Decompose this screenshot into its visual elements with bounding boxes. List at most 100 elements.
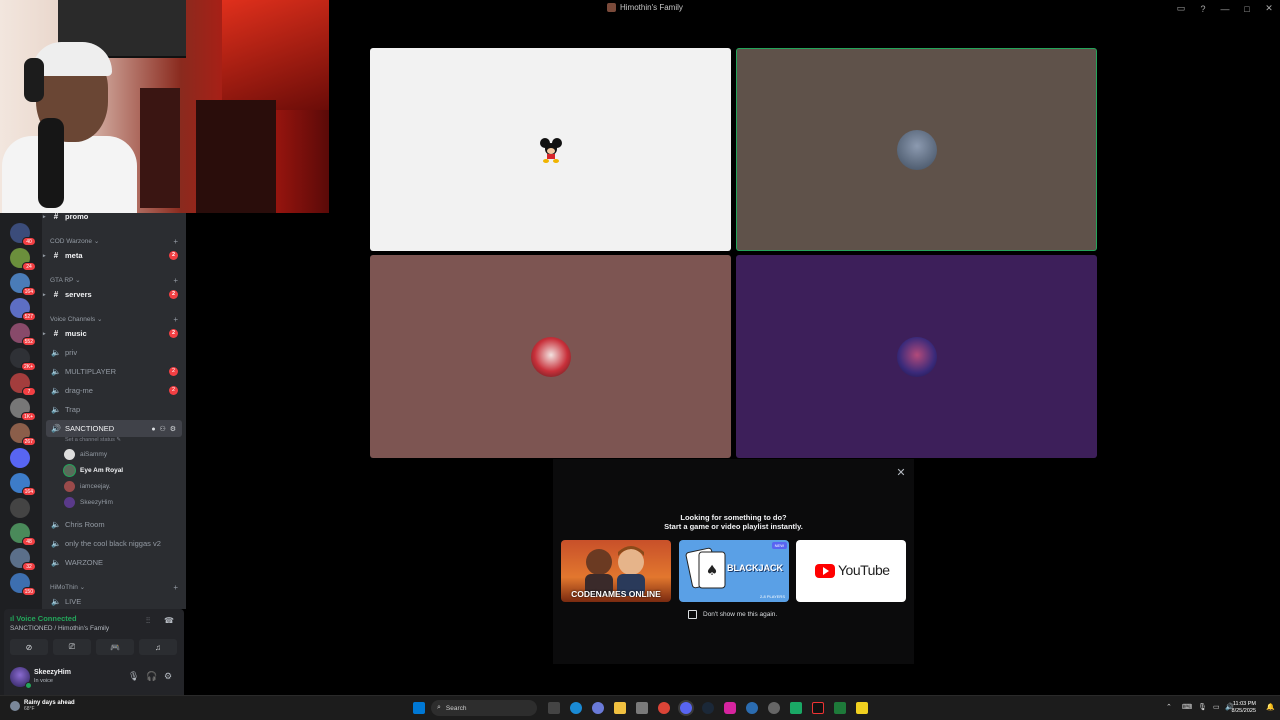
user-avatar xyxy=(64,481,75,492)
help-icon[interactable]: ? xyxy=(1192,0,1214,17)
notification-icon[interactable]: 🔔 xyxy=(1266,703,1275,711)
voice-user[interactable]: aiSammy xyxy=(64,447,107,462)
voice-channel-multiplayer[interactable]: 🔈 MULTIPLAYER 2 xyxy=(46,363,182,380)
server-icon[interactable] xyxy=(10,498,30,518)
participant-tile[interactable] xyxy=(370,48,731,251)
server-icon[interactable]: 32 xyxy=(10,548,36,571)
voice-user[interactable]: SkeezyHim xyxy=(64,495,113,510)
inbox-icon[interactable]: ▭ xyxy=(1170,0,1192,17)
server-icon[interactable]: 7 xyxy=(10,373,36,396)
voice-channel-warzone[interactable]: 🔈 WARZONE xyxy=(46,554,182,571)
close-popup-icon[interactable]: ✕ xyxy=(894,466,908,480)
soundboard-button[interactable]: ♫ xyxy=(139,639,177,655)
server-icon[interactable]: 24 xyxy=(10,248,36,271)
participant-tile[interactable] xyxy=(370,255,731,458)
display-icon[interactable]: ▭ xyxy=(1213,703,1220,711)
speaker-icon: 🔈 xyxy=(51,597,61,606)
instagram-icon[interactable] xyxy=(724,702,736,714)
server-icon[interactable]: 150 xyxy=(10,573,36,596)
file-explorer-icon[interactable] xyxy=(614,702,626,714)
settings-gear-icon[interactable]: ⚙ xyxy=(164,671,172,682)
activity-launcher-popup: ✕ Looking for something to do? Start a g… xyxy=(553,459,914,664)
channel-action-icons[interactable]: ● ⚇ ⚙ xyxy=(151,425,177,433)
channel-promo[interactable]: ▸ # promo xyxy=(43,213,182,225)
voice-user[interactable]: iamceejay. xyxy=(64,479,111,494)
server-icon[interactable]: 48 xyxy=(10,523,36,546)
screen-share-button[interactable]: ⎚ xyxy=(53,639,91,655)
chatgpt-icon[interactable] xyxy=(768,702,780,714)
copilot-icon[interactable] xyxy=(592,702,604,714)
add-channel-icon[interactable]: + xyxy=(173,315,178,324)
server-icon[interactable]: 40 xyxy=(10,223,36,246)
voice-channel-priv[interactable]: 🔈 priv xyxy=(46,344,182,361)
server-icon[interactable]: 164 xyxy=(10,273,36,296)
voice-user[interactable]: Eye Am Royal xyxy=(64,463,123,478)
tray-icon[interactable]: ⌨ xyxy=(1182,703,1192,711)
webcam-overlay xyxy=(0,0,329,213)
camera-off-button[interactable]: ⊘ xyxy=(10,639,48,655)
blackjack-activity-card[interactable]: ♠ NEW BLACKJACK 2-8 PLAYERS xyxy=(679,540,789,602)
minimize-icon[interactable]: — xyxy=(1214,0,1236,17)
tiktok-icon[interactable] xyxy=(812,702,824,714)
server-icon[interactable]: 527 xyxy=(10,298,36,321)
youtube-activity-card[interactable]: YouTube xyxy=(796,540,906,602)
disconnect-icon[interactable]: ☎ xyxy=(164,616,174,625)
battlenet-icon[interactable] xyxy=(746,702,758,714)
maximize-icon[interactable]: □ xyxy=(1236,0,1258,17)
channel-music[interactable]: ▸ # music 2 xyxy=(43,325,182,342)
app-icon[interactable] xyxy=(790,702,802,714)
voice-channel-live[interactable]: 🔈 LIVE xyxy=(46,593,182,609)
chevron-up-icon[interactable]: ⌃ xyxy=(1166,703,1172,711)
add-channel-icon[interactable]: + xyxy=(173,237,178,246)
store-icon[interactable] xyxy=(636,702,648,714)
voice-channel-chris-room[interactable]: 🔈 Chris Room xyxy=(46,516,182,533)
username[interactable]: SkeezyHim xyxy=(34,669,71,676)
taskbar-search[interactable]: ⌕ Search xyxy=(431,700,537,716)
dont-show-again-checkbox[interactable]: Don't show me this again. xyxy=(688,610,777,619)
noise-suppression-icon[interactable]: ⫶⫶ xyxy=(146,616,150,626)
category-himothin[interactable]: HiMoThin ⌄ + xyxy=(50,583,182,592)
task-view-icon[interactable] xyxy=(548,702,560,714)
headphones-icon[interactable]: 🎧 xyxy=(146,671,157,682)
channel-servers[interactable]: ▸ # servers 2 xyxy=(43,286,182,303)
server-icon[interactable]: 164 xyxy=(10,473,36,496)
weather-widget[interactable]: Rainy days ahead 68°F xyxy=(10,700,75,712)
server-icon[interactable] xyxy=(10,448,30,468)
voice-channel-cool[interactable]: 🔈 only the cool black niggas v2 xyxy=(46,535,182,552)
system-clock[interactable]: 11:03 PM 8/25/2025 xyxy=(1232,701,1256,715)
server-icon[interactable]: 1K+ xyxy=(10,398,36,421)
voice-channel-sanctioned[interactable]: 🔊 SANCTIONED ● ⚇ ⚙ xyxy=(46,420,182,437)
sticky-notes-icon[interactable] xyxy=(856,702,868,714)
channel-status-prompt[interactable]: Set a channel status ✎ xyxy=(65,437,121,443)
codenames-activity-card[interactable]: CODENAMES ONLINE xyxy=(561,540,671,602)
voice-location[interactable]: SANCTIONED / Himothin's Family xyxy=(10,625,109,632)
notification-badge: 24 xyxy=(22,262,36,271)
server-icon[interactable]: 267 xyxy=(10,423,36,446)
voice-channel-trap[interactable]: 🔈 Trap xyxy=(46,401,182,418)
speaker-icon: 🔈 xyxy=(51,386,61,395)
add-channel-icon[interactable]: + xyxy=(173,276,178,285)
add-channel-icon[interactable]: + xyxy=(173,583,178,592)
chrome-icon[interactable] xyxy=(658,702,670,714)
channel-meta[interactable]: ▸ # meta 2 xyxy=(43,247,182,264)
voice-channel-drag-me[interactable]: 🔈 drag-me 2 xyxy=(46,382,182,399)
close-icon[interactable]: ✕ xyxy=(1258,0,1280,17)
excel-icon[interactable] xyxy=(834,702,846,714)
start-menu-icon[interactable] xyxy=(413,702,425,714)
category-cod-warzone[interactable]: COD Warzone ⌄ + xyxy=(50,237,182,246)
category-gta-rp[interactable]: GTA RP ⌄ + xyxy=(50,276,182,285)
steam-icon[interactable] xyxy=(702,702,714,714)
category-voice-channels[interactable]: Voice Channels ⌄ + xyxy=(50,315,182,324)
discord-icon[interactable] xyxy=(680,702,692,714)
server-icon[interactable]: 552 xyxy=(10,323,36,346)
checkbox[interactable] xyxy=(688,610,697,619)
server-icon[interactable]: 2K+ xyxy=(10,348,36,371)
microphone-icon[interactable]: 🎙 xyxy=(128,671,139,682)
participant-tile[interactable] xyxy=(736,255,1097,458)
edge-icon[interactable] xyxy=(570,702,582,714)
participant-tile-speaking[interactable] xyxy=(736,48,1097,251)
mic-tray-icon[interactable]: 🎙 xyxy=(1198,703,1207,711)
activity-button[interactable]: 🎮 xyxy=(96,639,134,655)
user-avatar xyxy=(530,336,571,377)
speaker-icon: 🔈 xyxy=(51,520,61,529)
